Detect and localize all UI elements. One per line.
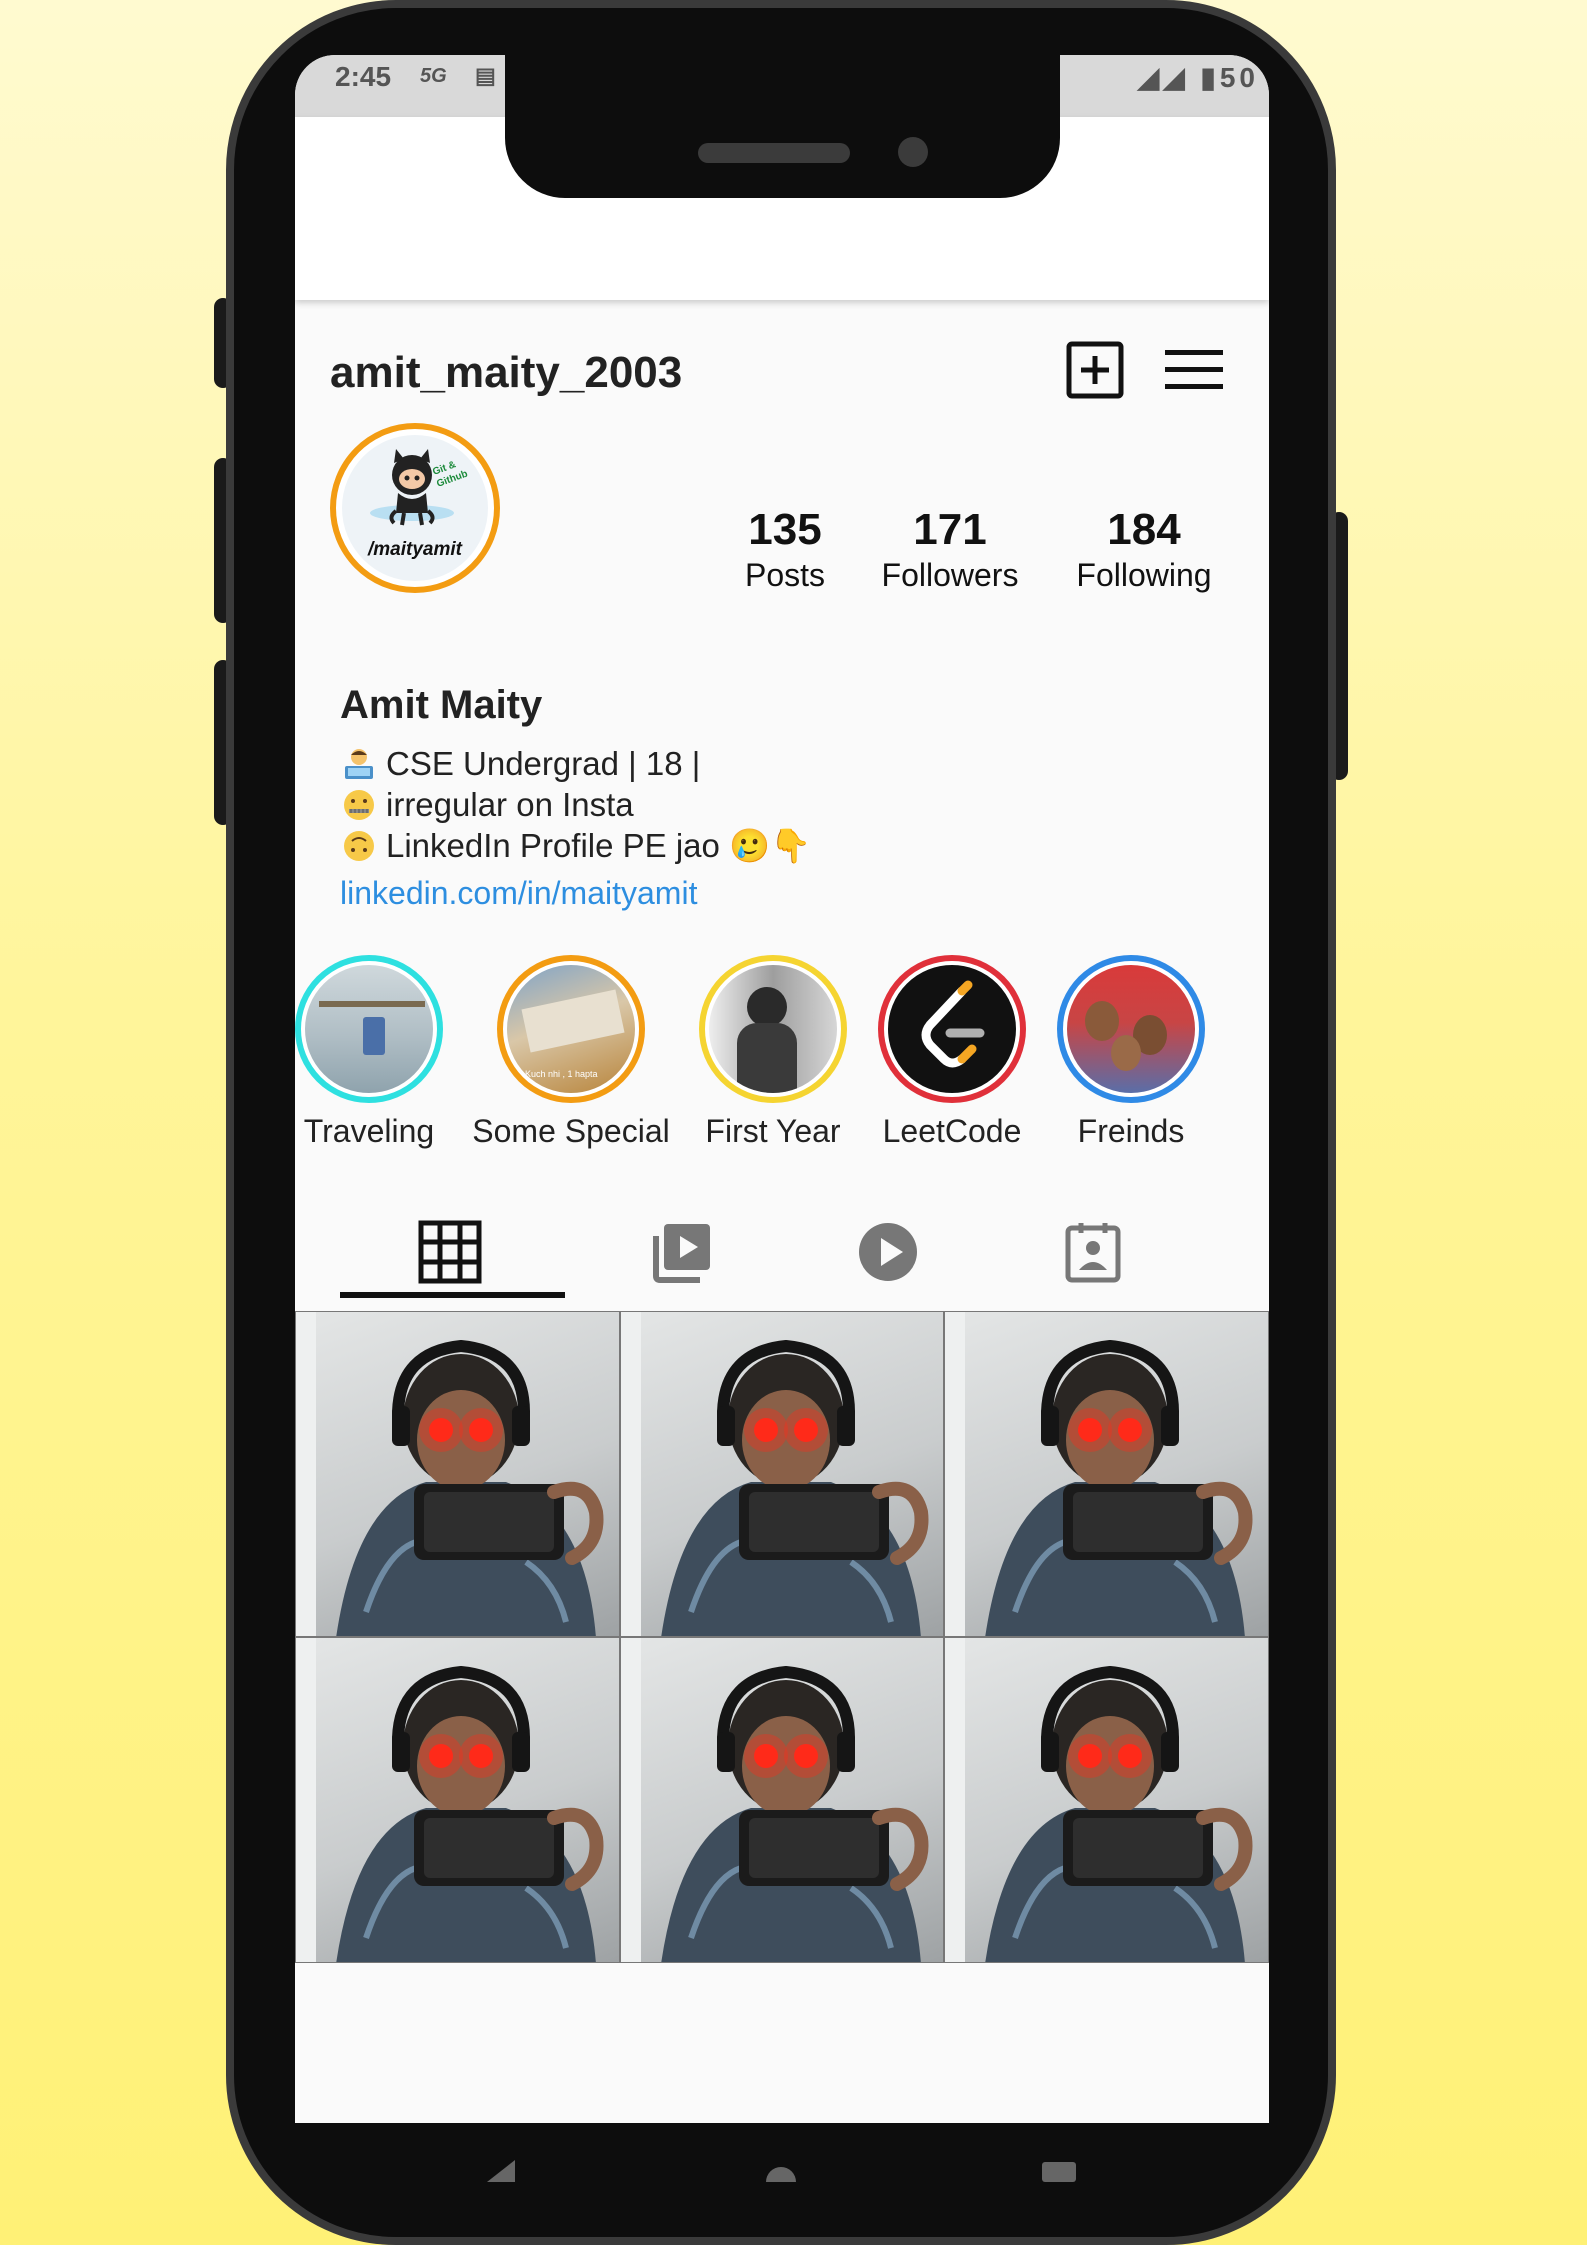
message-notification-icon: ▤	[475, 63, 496, 88]
profile-bio: CSE Undergrad | 18 | irregular on Insta …	[340, 743, 811, 866]
person-body	[737, 1023, 797, 1093]
posts-count[interactable]: 135 Posts	[695, 505, 875, 595]
highlight-label: First Year	[705, 1113, 841, 1149]
following-count-value: 184	[1107, 505, 1181, 554]
post-thumbnail[interactable]	[944, 1637, 1269, 1963]
bio-line-text: CSE Undergrad | 18 |	[386, 745, 701, 782]
highlight-cover	[301, 961, 437, 1097]
highlight-label: Some Special	[472, 1113, 670, 1149]
status-time: 2:45	[335, 61, 392, 92]
selfie-photo	[296, 1312, 604, 1636]
add-square-icon	[1066, 341, 1124, 399]
profile-tab-bar	[295, 1205, 1269, 1305]
earpiece-speaker	[698, 143, 850, 163]
highlight-ring	[1057, 955, 1205, 1103]
highlight-ring: Kuch nhi , 1 hapta	[497, 955, 645, 1103]
bio-line: CSE Undergrad | 18 |	[340, 743, 811, 784]
followers-count-value: 171	[913, 505, 987, 554]
suitcase-image	[363, 1017, 385, 1055]
followers-count-label: Followers	[881, 557, 1019, 593]
bio-line-text: LinkedIn Profile PE jao 🥲👇	[386, 827, 812, 864]
technologist-emoji-icon	[345, 749, 373, 779]
selfie-photo	[620, 1312, 929, 1636]
highlight-freinds[interactable]: Freinds	[1031, 955, 1231, 1150]
highlight-ring	[295, 955, 443, 1103]
highlight-traveling[interactable]: Traveling	[295, 955, 469, 1150]
tab-videos[interactable]	[856, 1220, 926, 1290]
home-circle-icon	[766, 2167, 796, 2182]
active-tab-indicator	[340, 1292, 565, 1298]
highlight-some-special[interactable]: Kuch nhi , 1 hapta Some Special	[471, 955, 671, 1150]
highlight-cover	[1063, 961, 1199, 1097]
camera-notch	[505, 55, 1060, 198]
home-button[interactable]	[766, 2160, 796, 2182]
post-thumbnail[interactable]	[295, 1637, 620, 1963]
friend-face	[1111, 1035, 1141, 1071]
highlight-leetcode[interactable]: LeetCode	[852, 955, 1052, 1150]
back-triangle-icon	[487, 2160, 515, 2182]
selfie-photo	[620, 1638, 929, 1962]
back-button[interactable]	[485, 2160, 517, 2182]
hamburger-menu-icon	[1165, 350, 1223, 389]
post-thumbnail[interactable]	[619, 1637, 945, 1963]
zipper-mouth-emoji-icon	[344, 790, 374, 820]
phone-screen: 2:45 5G ▤ ◢◢ ▮50 amit_maity_2003 Git & G…	[295, 55, 1269, 2123]
network-indicator: 5G	[420, 65, 447, 87]
following-count-label: Following	[1076, 557, 1212, 593]
following-count[interactable]: 184 Following	[1054, 505, 1234, 595]
posts-grid	[295, 1311, 1269, 1963]
signal-battery-indicator: ◢◢ ▮50	[1137, 62, 1259, 93]
post-thumbnail[interactable]	[295, 1311, 620, 1637]
highlight-cover: Kuch nhi , 1 hapta	[503, 961, 639, 1097]
recents-button[interactable]	[1042, 2160, 1076, 2182]
selfie-photo	[945, 1638, 1253, 1962]
grid-icon	[418, 1220, 482, 1284]
person-silhouette	[747, 987, 787, 1027]
post-thumbnail[interactable]	[944, 1311, 1269, 1637]
tab-tagged[interactable]	[1063, 1220, 1133, 1290]
highlight-label: LeetCode	[882, 1113, 1022, 1149]
profile-website-link[interactable]: linkedin.com/in/maityamit	[340, 875, 697, 912]
selfie-photo	[296, 1638, 604, 1962]
followers-count[interactable]: 171 Followers	[860, 505, 1040, 595]
friend-face	[1085, 1001, 1119, 1041]
posts-count-label: Posts	[744, 557, 826, 593]
post-thumbnail[interactable]	[619, 1311, 945, 1637]
avatar-handle-text: /maityamit	[368, 539, 462, 560]
highlight-label: Freinds	[1077, 1113, 1185, 1149]
tab-posts-grid[interactable]	[418, 1220, 488, 1290]
profile-full-name: Amit Maity	[340, 683, 543, 727]
leetcode-logo-icon	[921, 980, 985, 1068]
tab-reels[interactable]	[650, 1220, 720, 1290]
menu-button[interactable]	[1163, 346, 1225, 394]
highlight-ring	[699, 955, 847, 1103]
play-circle-icon	[859, 1223, 917, 1281]
highlight-label: Traveling	[303, 1113, 435, 1149]
bio-line-text: irregular on Insta	[386, 786, 634, 823]
username: amit_maity_2003	[330, 348, 683, 397]
highlight-cover	[884, 961, 1020, 1097]
bio-line: irregular on Insta	[340, 784, 811, 825]
new-post-button[interactable]	[1065, 340, 1125, 400]
highlight-cover	[705, 961, 841, 1097]
posts-count-value: 135	[748, 505, 822, 554]
books-stack-image	[521, 989, 625, 1053]
bio-line: LinkedIn Profile PE jao 🥲👇	[340, 825, 811, 866]
front-camera	[898, 137, 928, 167]
airport-sign	[319, 1001, 425, 1007]
tagged-person-icon	[1065, 1223, 1121, 1283]
recents-square-icon	[1042, 2162, 1076, 2182]
video-library-icon	[653, 1224, 710, 1283]
highlight-ring	[878, 955, 1026, 1103]
selfie-photo	[945, 1312, 1253, 1636]
avatar-image: Git & Github /maityamit	[342, 435, 488, 581]
battery-level: 50	[1219, 62, 1259, 93]
upside-down-face-emoji-icon	[344, 831, 374, 861]
highlight-first-year[interactable]: First Year	[673, 955, 873, 1150]
github-octocat-icon: Git & Github	[370, 449, 469, 526]
profile-avatar[interactable]: Git & Github /maityamit	[330, 423, 500, 593]
highlight-cover-caption: Kuch nhi , 1 hapta	[525, 1069, 598, 1079]
